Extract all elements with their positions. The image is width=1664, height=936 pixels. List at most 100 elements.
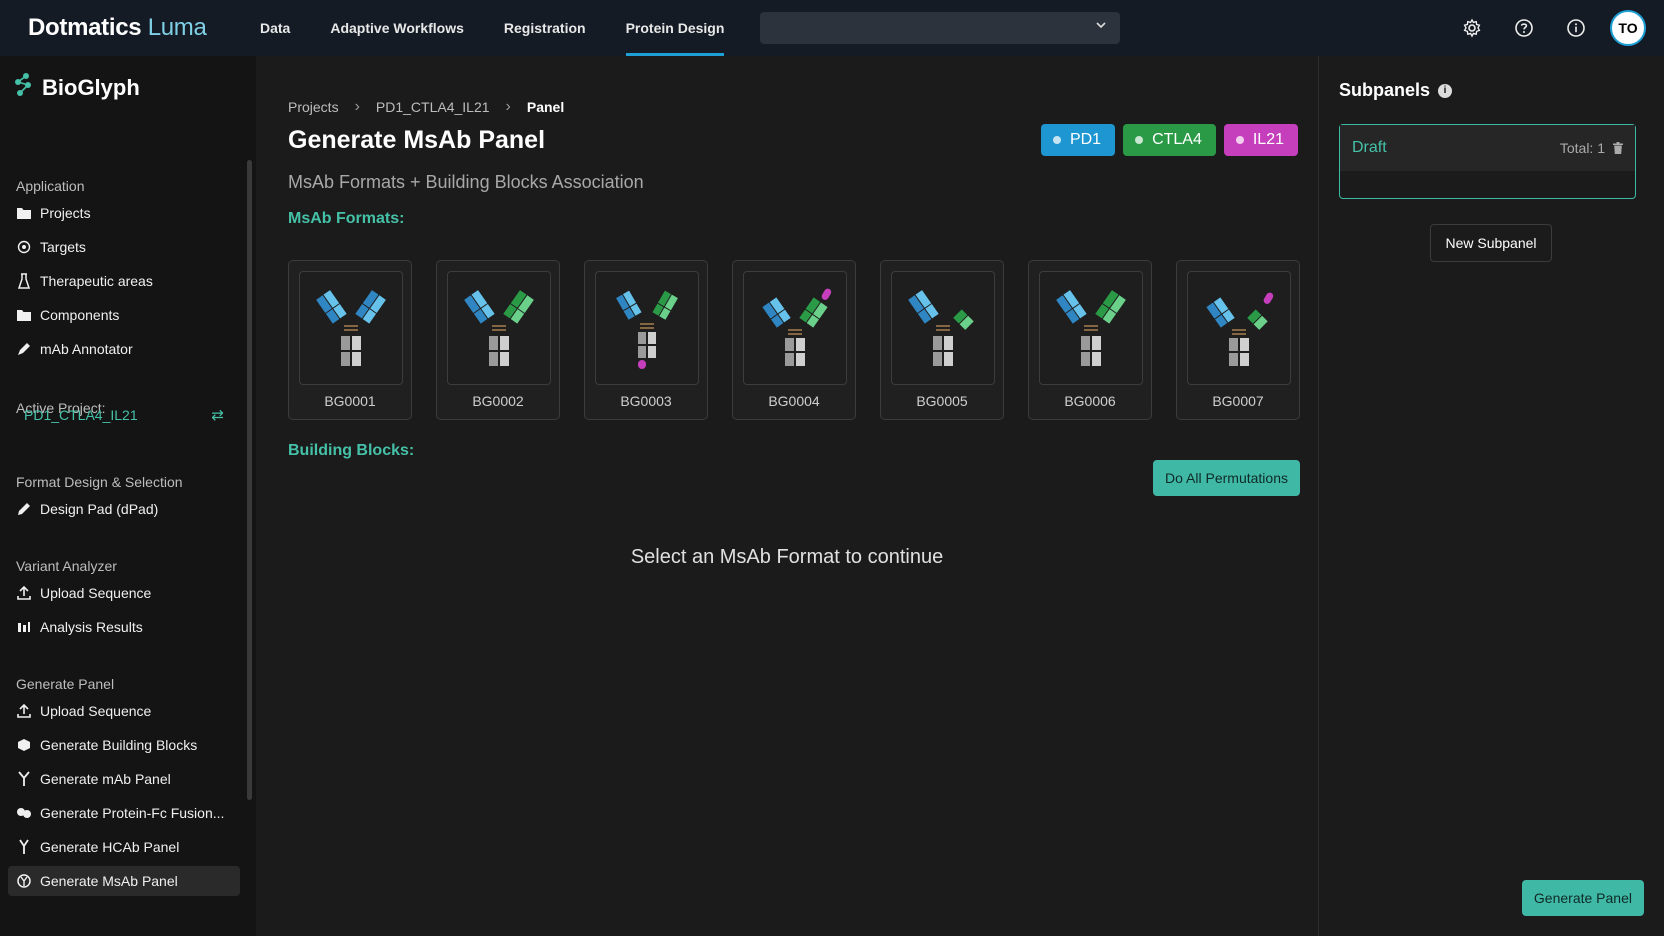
sidebar-item-label: Components [40,307,120,323]
tag-il21[interactable]: IL21 [1223,124,1298,156]
format-card[interactable]: BG0007 [1176,260,1300,420]
format-card[interactable]: BG0002 [436,260,560,420]
antibody-icon [1039,271,1143,385]
sidebar-item-label: Generate MsAb Panel [40,873,178,889]
active-project[interactable]: PD1_CTLA4_IL21 ⇄ [24,406,224,424]
brand-name: Dotmatics [28,14,142,41]
breadcrumb-project[interactable]: PD1_CTLA4_IL21 [376,99,490,115]
context-select[interactable] [760,12,1120,44]
bioglyph-brand[interactable]: BioGlyph [12,72,140,103]
gear-icon[interactable] [1454,10,1490,46]
sidebar-item-label: Upload Sequence [40,585,152,601]
sidebar-item-analysis-results[interactable]: Analysis Results [16,612,240,642]
format-label: BG0001 [324,393,376,409]
draft-subpanel[interactable]: Draft Total: 1 [1339,124,1636,199]
draft-total-text: Total: 1 [1559,140,1605,156]
sidebar-item-label: Therapeutic areas [40,273,153,289]
section-application: Application [16,178,85,194]
swap-icon[interactable]: ⇄ [211,406,224,424]
sidebar-item-label: Targets [40,239,86,255]
nav-registration[interactable]: Registration [504,0,586,56]
folder-icon [16,307,32,323]
flask-icon [16,273,32,289]
nav-protein-design[interactable]: Protein Design [625,0,724,56]
tag-label: PD1 [1069,131,1102,148]
hcab-icon [16,839,32,855]
antibody-icon [447,271,551,385]
breadcrumb-current: Panel [526,99,565,115]
fusion-icon [16,805,32,821]
format-card[interactable]: BG0004 [732,260,856,420]
antibody-icon [299,271,403,385]
format-card[interactable]: BG0006 [1028,260,1152,420]
chevron-down-icon [1094,18,1108,35]
chevron-right-icon: › [354,98,360,115]
msab-icon [16,873,32,889]
cube-icon [16,737,32,753]
antibody-icon [743,271,847,385]
sidebar-item-upload-sequence[interactable]: Upload Sequence [16,578,240,608]
draft-name[interactable]: Draft [1352,139,1387,157]
new-subpanel-button[interactable]: New Subpanel [1430,224,1552,262]
sidebar-item-generate-msab-panel[interactable]: Generate MsAb Panel [8,866,240,896]
format-card[interactable]: BG0001 [288,260,412,420]
sidebar-item-label: mAb Annotator [40,341,133,357]
sidebar-item-mab-annotator[interactable]: mAb Annotator [16,334,240,364]
nav-data[interactable]: Data [260,0,290,56]
app-logo[interactable]: Dotmatics Luma [28,14,207,42]
upload-icon [16,585,32,601]
sidebar-item-label: Projects [40,205,91,221]
help-icon[interactable] [1506,10,1542,46]
tag-label: CTLA4 [1152,131,1202,148]
nav-adaptive-workflows[interactable]: Adaptive Workflows [330,0,464,56]
active-project-name: PD1_CTLA4_IL21 [24,407,138,423]
trash-icon[interactable] [1613,142,1623,154]
info-icon[interactable]: i [1438,83,1453,98]
sidebar-item-targets[interactable]: Targets [16,232,240,262]
antibody-icon [595,271,699,385]
target-icon [16,239,32,255]
antibody-icon [16,771,32,787]
format-label: BG0006 [1064,393,1116,409]
sidebar-item-label: Analysis Results [40,619,143,635]
sidebar-item-therapeutic-areas[interactable]: Therapeutic areas [16,266,240,296]
generate-panel-button[interactable]: Generate Panel [1521,880,1644,916]
tag-pd1[interactable]: PD1 [1040,124,1116,156]
dot-icon [1052,136,1061,144]
sidebar-item-label: Generate Protein-Fc Fusion... [40,805,225,821]
subpanels-title: Subpanels i [1339,80,1453,101]
sidebar-item-projects[interactable]: Projects [16,198,240,228]
subpanels-panel: Subpanels i Draft Total: 1 New Subpanel … [1318,56,1664,936]
section-format-design: Format Design & Selection [16,474,183,490]
main-nav: Data Adaptive Workflows Registration Pro… [260,0,764,56]
info-icon[interactable] [1558,10,1594,46]
sidebar-item-generate-mab-panel[interactable]: Generate mAb Panel [16,764,240,794]
top-icons: TO [1438,10,1646,46]
folder-icon [16,205,32,221]
do-all-permutations-button[interactable]: Do All Permutations [1153,460,1300,496]
page-title: Generate MsAb Panel [288,126,546,154]
draft-total: Total: 1 [1560,140,1623,156]
sidebar-item-generate-hcab-panel[interactable]: Generate HCAb Panel [16,832,240,862]
tag-ctla4[interactable]: CTLA4 [1123,124,1216,156]
sidebar-item-label: Generate mAb Panel [40,771,171,787]
msab-formats-label: MsAb Formats: [288,210,405,227]
sidebar-item-components[interactable]: Components [16,300,240,330]
format-label: BG0007 [1212,393,1264,409]
bioglyph-logo-icon [12,72,36,103]
sidebar-item-label: Design Pad (dPad) [40,501,159,517]
format-card[interactable]: BG0003 [584,260,708,420]
sidebar-item-upload-sequence-2[interactable]: Upload Sequence [16,696,240,726]
sidebar-item-label: Generate HCAb Panel [40,839,180,855]
chevron-right-icon: › [505,98,511,115]
sidebar-scrollbar[interactable] [247,160,252,800]
main-content: Projects › PD1_CTLA4_IL21 › Panel Genera… [256,56,1318,936]
sidebar-item-generate-building-blocks[interactable]: Generate Building Blocks [16,730,240,760]
avatar[interactable]: TO [1610,10,1646,46]
antibody-icon [891,271,995,385]
format-card[interactable]: BG0005 [880,260,1004,420]
sidebar-item-design-pad[interactable]: Design Pad (dPad) [16,494,240,524]
page-subtitle: MsAb Formats + Building Blocks Associati… [288,172,644,192]
breadcrumb-projects[interactable]: Projects [288,99,339,115]
sidebar-item-generate-protein-fc-fusion[interactable]: Generate Protein-Fc Fusion... [16,798,240,828]
